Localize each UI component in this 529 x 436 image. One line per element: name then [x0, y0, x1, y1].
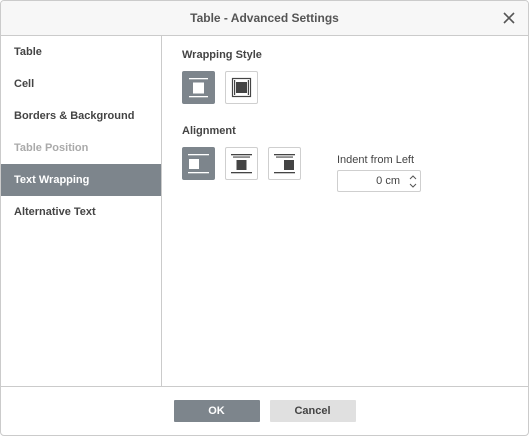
- sidebar-item-table-position: Table Position: [14, 142, 89, 154]
- close-icon[interactable]: [500, 9, 518, 27]
- indent-from-left-label: Indent from Left: [337, 154, 415, 166]
- indent-from-left-spinner[interactable]: 0 cm: [337, 170, 421, 192]
- sidebar-item-text-wrapping[interactable]: Text Wrapping: [1, 164, 161, 196]
- sidebar-item-borders-background[interactable]: Borders & Background: [1, 100, 161, 132]
- alignment-section: Alignment Indent from Left 0 cm: [182, 125, 528, 192]
- sidebar-item-alternative-text[interactable]: Alternative Text: [1, 196, 161, 228]
- align-right-icon: [274, 154, 295, 174]
- wrap-flow-button[interactable]: [225, 71, 258, 104]
- dialog-titlebar: Table - Advanced Settings: [1, 1, 528, 36]
- ok-button[interactable]: OK: [173, 400, 260, 422]
- sidebar-item-table[interactable]: Table: [1, 36, 161, 68]
- chevron-up-icon[interactable]: [409, 174, 417, 180]
- dialog-title: Table - Advanced Settings: [190, 11, 339, 25]
- cancel-button[interactable]: Cancel: [269, 400, 356, 422]
- wrapping-style-options: [182, 71, 528, 104]
- align-center-icon: [231, 154, 252, 174]
- indent-from-left-group: Indent from Left 0 cm: [337, 154, 421, 192]
- align-left-icon: [188, 154, 209, 174]
- dialog-footer: OK Cancel: [1, 386, 528, 435]
- settings-sidebar: Table Cell Borders & Background Table Po…: [1, 36, 162, 387]
- align-center-button[interactable]: [225, 147, 258, 180]
- text-wrapping-panel: Wrapping Style Alignment Indent from Lef…: [162, 36, 528, 387]
- sidebar-item-cell[interactable]: Cell: [1, 68, 161, 100]
- wrap-inline-button[interactable]: [182, 71, 215, 104]
- wrapping-style-label: Wrapping Style: [182, 49, 262, 61]
- inline-table-icon: [189, 78, 208, 98]
- align-left-button[interactable]: [182, 147, 215, 180]
- alignment-label: Alignment: [182, 125, 236, 137]
- advanced-settings-dialog: Table - Advanced Settings Table Cell Bor…: [0, 0, 529, 436]
- align-right-button[interactable]: [268, 147, 301, 180]
- spinner-arrows: [406, 171, 420, 191]
- flow-table-icon: [231, 77, 252, 98]
- chevron-down-icon[interactable]: [409, 183, 417, 188]
